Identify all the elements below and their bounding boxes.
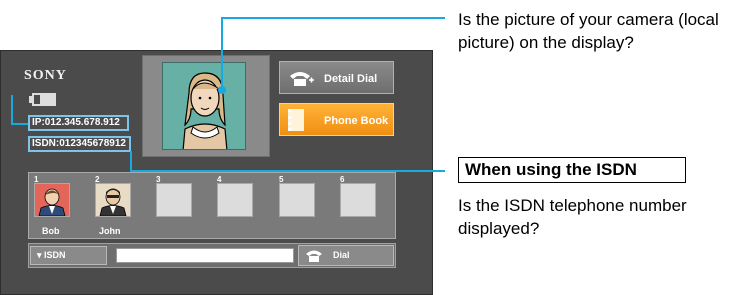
isdn-heading: When using the ISDN (458, 157, 686, 183)
camera-question-text: Is the picture of your camera (local pic… (458, 10, 719, 52)
camera-callout-line (221, 17, 445, 90)
isdn-callout-line (130, 151, 445, 172)
ip-callout-line (11, 95, 28, 125)
isdn-question-text: Is the ISDN telephone number displayed? (458, 196, 687, 238)
